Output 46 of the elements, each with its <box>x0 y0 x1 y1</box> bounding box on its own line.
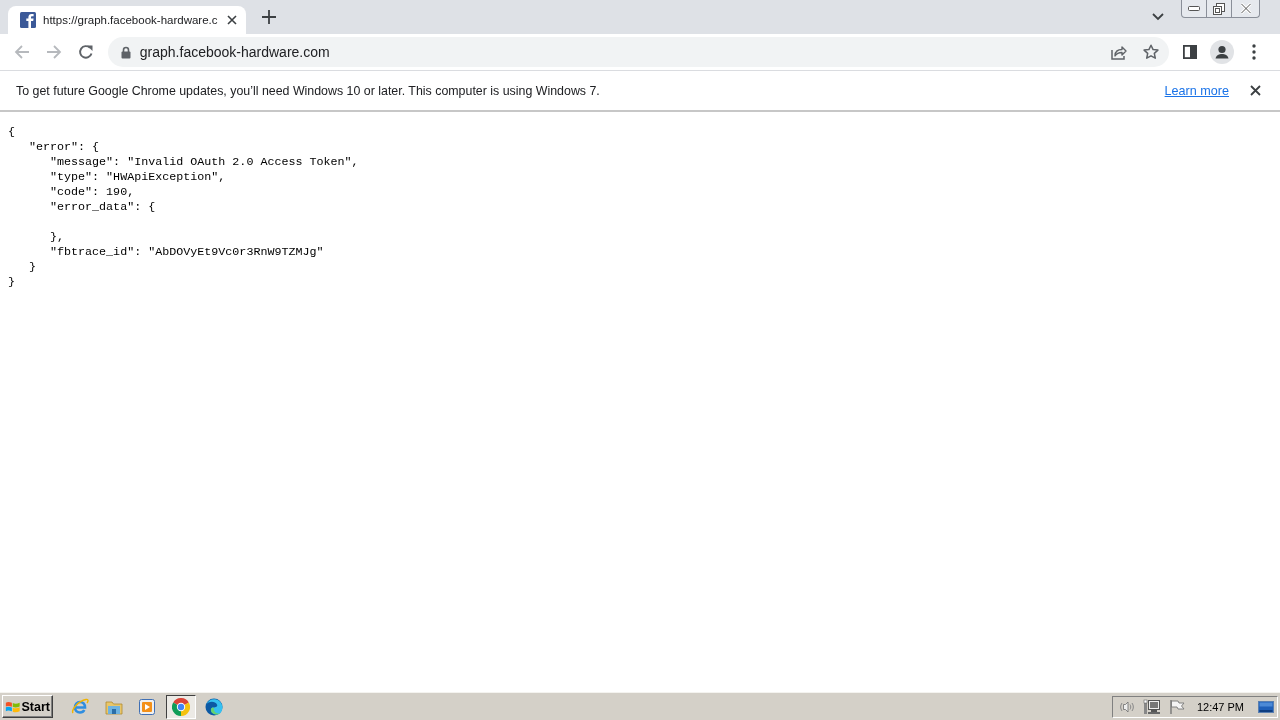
play-icon <box>139 698 155 715</box>
json-line: "message": "Invalid OAuth 2.0 Access Token", <box>50 155 359 170</box>
json-line: "fbtrace_id": "AbDOVyEt9Vc0r3RnW9TZMJg" <box>50 245 324 260</box>
profile-button[interactable] <box>1208 38 1237 66</box>
flag-icon[interactable] <box>1168 698 1185 715</box>
minimize-icon <box>1188 6 1200 11</box>
menu-icon <box>1252 44 1257 60</box>
clock-text[interactable]: 12:47 PM <box>1196 700 1244 713</box>
json-line: "code": 190, <box>50 185 135 200</box>
infobar-message: To get future Google Chrome updates, you’ll need Windows 10 or later. This computer is using Windows 7. <box>16 83 600 98</box>
avatar-icon <box>1210 40 1235 64</box>
json-line: "error_data": { <box>50 200 156 215</box>
json-line: }, <box>50 230 65 245</box>
start-button[interactable]: Start <box>2 695 53 718</box>
json-line: { <box>8 125 15 140</box>
address-bar[interactable]: graph.facebook-hardware.com <box>107 37 1170 67</box>
chevron-down-icon <box>1152 13 1164 21</box>
learn-more-link[interactable]: Learn more <box>1164 83 1229 98</box>
json-line: } <box>8 275 15 290</box>
favicon-icon <box>20 12 36 28</box>
json-line: } <box>29 260 36 275</box>
side-panel-icon <box>1183 45 1198 59</box>
browser-tab[interactable]: https://graph.facebook-hardware.c <box>8 6 246 34</box>
forward-arrow-icon <box>45 44 62 60</box>
share-icon <box>1111 44 1128 60</box>
taskbar-app-button[interactable] <box>165 694 196 719</box>
url-text: graph.facebook-hardware.com <box>139 44 330 60</box>
star-icon <box>1143 44 1160 60</box>
network-icon[interactable] <box>1142 698 1161 715</box>
close-icon[interactable] <box>227 15 237 25</box>
restore-icon <box>1213 2 1225 15</box>
json-line: "error": { <box>29 140 100 155</box>
reload-icon <box>77 44 94 60</box>
close-icon <box>1239 3 1252 14</box>
folder-icon <box>104 698 123 715</box>
swirl-logo-icon <box>205 697 223 716</box>
back-arrow-icon <box>13 44 30 60</box>
speaker-icon[interactable] <box>1118 699 1135 714</box>
close-icon <box>1249 85 1261 96</box>
e-logo-icon <box>71 697 89 716</box>
plus-icon <box>262 10 276 24</box>
show-desktop-icon[interactable] <box>1258 700 1274 713</box>
tab-title: https://graph.facebook-hardware.c <box>43 14 219 26</box>
lock-icon <box>120 45 131 59</box>
json-line: "type": "HWApiException", <box>50 170 226 185</box>
ring-logo-icon <box>171 697 190 716</box>
